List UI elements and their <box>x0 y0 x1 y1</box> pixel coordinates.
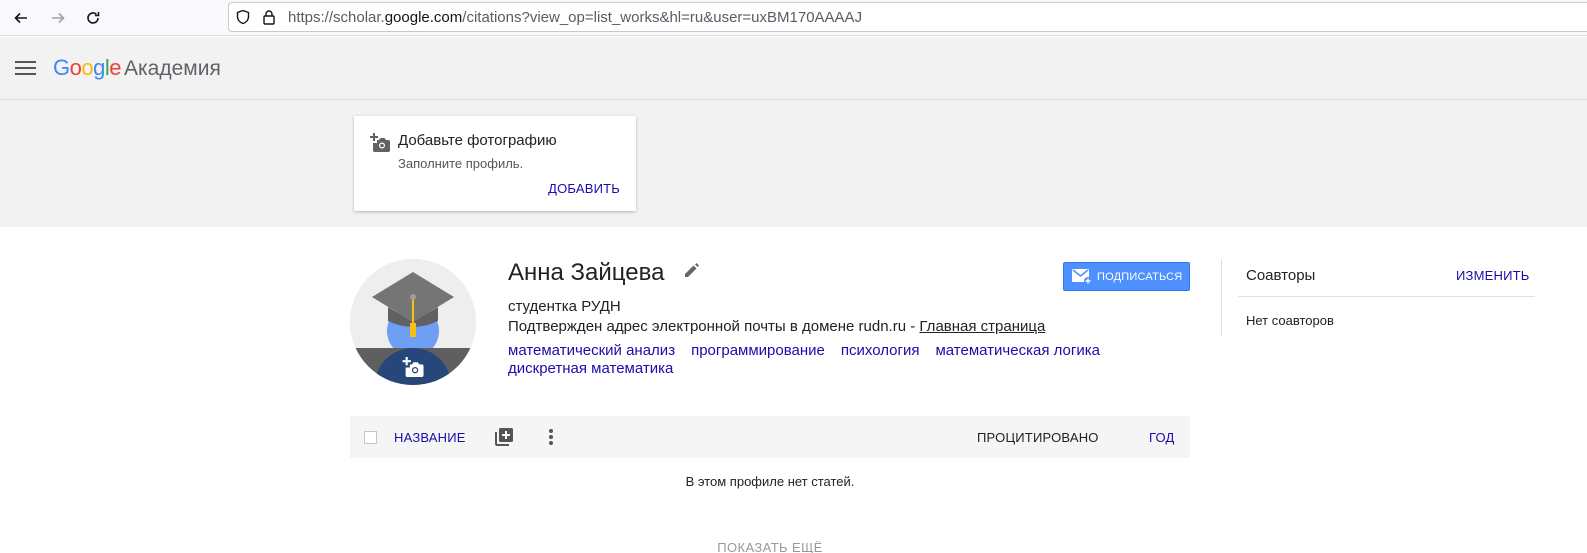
lock-icon[interactable] <box>262 9 276 25</box>
scholar-logo[interactable]: Google Академия <box>53 55 221 81</box>
interest-link[interactable]: дискретная математика <box>508 360 673 377</box>
avatar[interactable] <box>350 259 476 385</box>
forward-arrow-icon[interactable] <box>46 6 70 30</box>
url-text[interactable]: https://scholar.google.com/citations?vie… <box>288 9 862 26</box>
add-photo-button[interactable]: ДОБАВИТЬ <box>548 181 620 196</box>
profile-name-text: Анна Зайцева <box>508 259 665 286</box>
coauthors-title: Соавторы <box>1246 267 1316 284</box>
coauthors-divider <box>1221 259 1222 335</box>
select-all-checkbox[interactable] <box>364 431 377 444</box>
camera-add-icon[interactable] <box>402 357 424 377</box>
cited-by-column: ПРОЦИТИРОВАНО <box>977 430 1099 445</box>
coauthors-separator <box>1238 296 1535 297</box>
interest-link[interactable]: психология <box>841 342 920 359</box>
interest-link[interactable]: программирование <box>691 342 825 359</box>
homepage-link[interactable]: Главная страница <box>919 318 1045 335</box>
interest-link[interactable]: математический анализ <box>508 342 675 359</box>
sort-by-title[interactable]: НАЗВАНИЕ <box>394 430 466 445</box>
coauthors-empty-text: Нет соавторов <box>1246 313 1334 328</box>
add-photo-title: Добавьте фотографию <box>398 132 557 149</box>
articles-table-header: НАЗВАНИЕ ПРОЦИТИРОВАНО ГОД <box>350 416 1190 458</box>
logo-letter: G <box>53 55 70 80</box>
browser-toolbar: https://scholar.google.com/citations?vie… <box>0 0 1587 36</box>
more-vert-icon[interactable] <box>549 428 553 446</box>
edit-pencil-icon[interactable] <box>685 263 700 277</box>
shield-icon[interactable] <box>235 9 251 25</box>
profile-affiliation: студентка РУДН <box>508 298 621 315</box>
coauthors-edit-button[interactable]: ИЗМЕНИТЬ <box>1456 268 1530 283</box>
scholar-product-name: Академия <box>124 57 221 80</box>
back-arrow-icon[interactable] <box>9 6 33 30</box>
research-interests: математический анализ программирование пси… <box>508 342 1148 378</box>
follow-label: ПОДПИСАТЬСЯ <box>1097 270 1183 283</box>
show-more-button[interactable]: ПОКАЗАТЬ ЕЩЁ <box>350 540 1190 553</box>
sort-by-year[interactable]: ГОД <box>1149 430 1175 445</box>
menu-icon[interactable] <box>15 60 36 76</box>
logo-letter: g <box>93 55 105 80</box>
scholar-header: Google Академия <box>0 37 1587 100</box>
follow-button[interactable]: ПОДПИСАТЬСЯ <box>1063 262 1190 291</box>
no-articles-text: В этом профиле нет статей. <box>685 474 855 489</box>
add-photo-subtitle: Заполните профиль. <box>398 156 524 171</box>
profile-name: Анна Зайцева <box>508 259 700 287</box>
add-article-icon[interactable] <box>495 428 513 446</box>
mail-icon <box>1072 268 1092 285</box>
logo-letter: o <box>81 55 94 80</box>
google-wordmark: Google <box>53 55 122 80</box>
interest-link[interactable]: математическая логика <box>935 342 1099 359</box>
reload-icon[interactable] <box>81 6 105 30</box>
add-photo-card: Добавьте фотографию Заполните профиль. Д… <box>354 116 636 211</box>
add-photo-icon <box>370 133 390 152</box>
email-verified-text: Подтвержден адрес электронной почты в до… <box>508 318 920 335</box>
profile-email-line: Подтвержден адрес электронной почты в до… <box>508 318 1045 335</box>
profile-top-band <box>0 100 1587 227</box>
logo-letter: o <box>69 55 82 80</box>
address-bar[interactable]: https://scholar.google.com/citations?vie… <box>228 2 1587 32</box>
logo-letter: e <box>109 55 122 80</box>
